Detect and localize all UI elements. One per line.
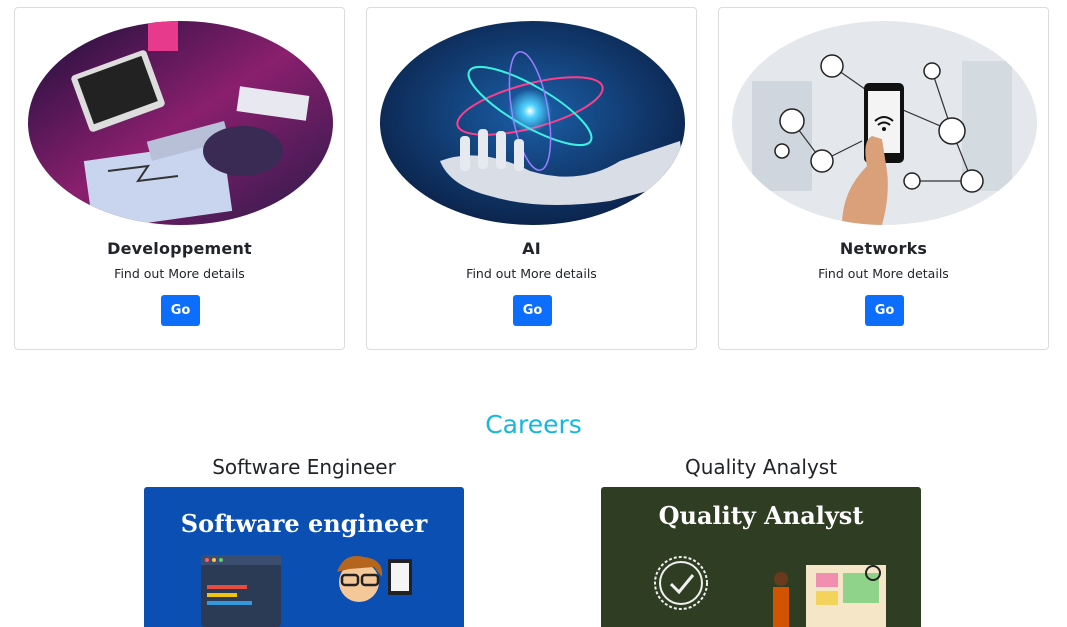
job-title: Software Engineer xyxy=(212,455,396,479)
card-image-ai xyxy=(380,21,685,225)
card-title: Developpement xyxy=(107,239,252,258)
job-title: Quality Analyst xyxy=(684,455,838,479)
card-title: AI xyxy=(522,239,541,258)
job-software-engineer[interactable]: Software Engineer Software engineer xyxy=(144,452,464,627)
service-card-development: Developpement Find out More details Go xyxy=(14,7,345,350)
card-image-networks xyxy=(732,21,1037,225)
job-banner-text: Quality Analyst xyxy=(658,501,864,530)
card-description: Find out More details xyxy=(466,266,597,281)
go-button-ai[interactable]: Go xyxy=(513,295,552,326)
service-card-networks: Networks Find out More details Go xyxy=(718,7,1049,350)
services-card-row: Developpement Find out More details Go A… xyxy=(14,7,1052,352)
job-banner-software-engineer[interactable]: Software engineer xyxy=(144,487,464,627)
job-banner-text: Software engineer xyxy=(180,509,428,538)
go-button-development[interactable]: Go xyxy=(161,295,200,326)
job-banner-quality-analyst[interactable]: Quality Analyst xyxy=(601,487,921,627)
careers-heading: Careers xyxy=(485,410,582,439)
card-description: Find out More details xyxy=(818,266,949,281)
service-card-ai: AI Find out More details Go xyxy=(366,7,697,350)
card-title: Networks xyxy=(839,239,928,258)
job-quality-analyst[interactable]: Quality Analyst Quality Analyst xyxy=(601,452,921,627)
card-image-development xyxy=(28,21,333,225)
go-button-networks[interactable]: Go xyxy=(865,295,904,326)
card-description: Find out More details xyxy=(114,266,245,281)
